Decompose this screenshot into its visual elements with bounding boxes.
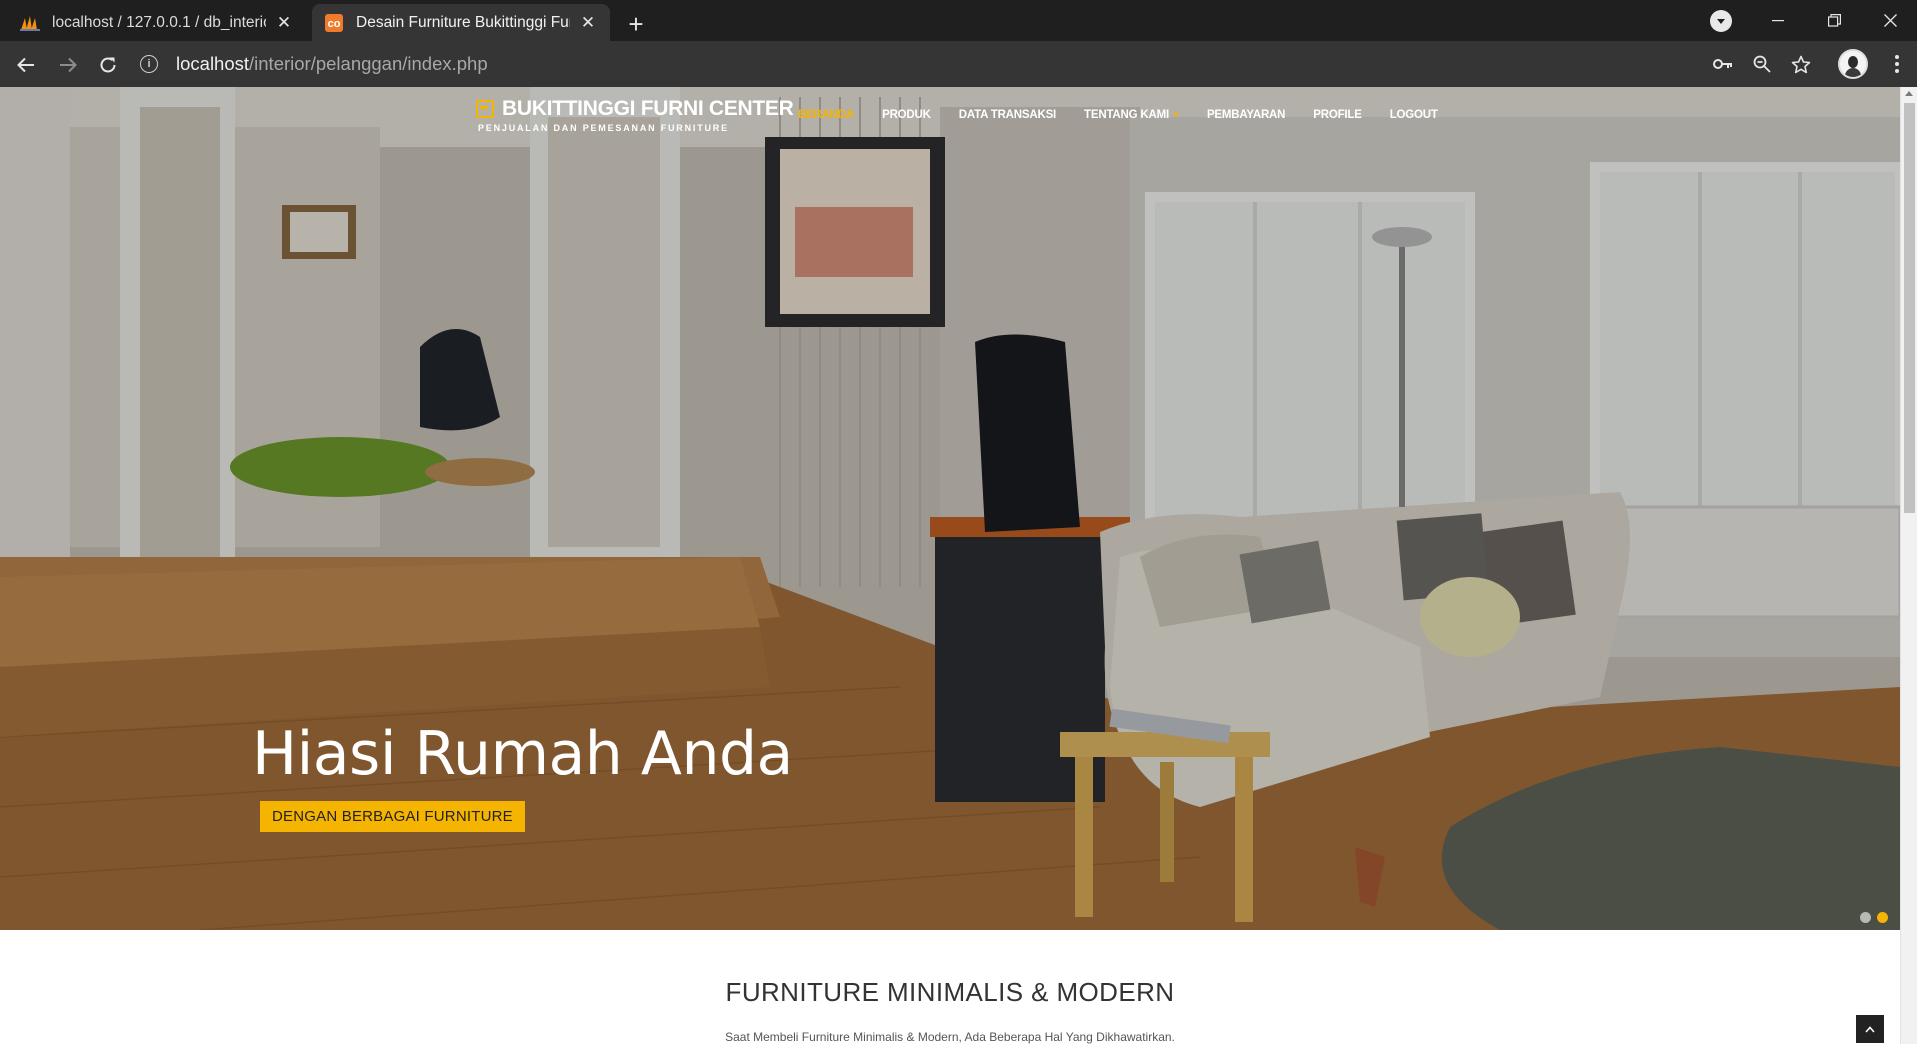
nav-profile[interactable]: PROFILE [1299,109,1375,121]
brand-name: BUKITTINGGI FURNI CENTER [502,97,794,120]
brand-tagline: PENJUALAN DAN PEMESANAN FURNITURE [478,123,729,133]
password-key-icon[interactable] [1710,51,1736,77]
site-favicon-icon: co [324,13,344,33]
hero-title: Hiasi Rumah Anda [252,719,793,789]
scroll-to-top-button[interactable] [1856,1015,1884,1043]
minimize-icon[interactable] [1750,0,1806,41]
tab-title: localhost / 127.0.0.1 / db_interior [52,13,266,31]
new-tab-button[interactable]: + [620,8,652,40]
dropdown-caret-icon [1172,112,1179,117]
tab-search-icon[interactable] [1710,10,1732,32]
browser-toolbar: i localhost/interior/pelanggan/index.php [0,41,1917,87]
profile-avatar[interactable] [1838,49,1868,79]
forward-icon[interactable] [52,49,84,81]
close-icon[interactable]: ✕ [578,13,598,33]
address-host: localhost [176,53,250,74]
bookmark-star-icon[interactable] [1788,51,1814,77]
browser-tab-bar: localhost / 127.0.0.1 / db_interior ✕ co… [0,0,1917,41]
nav-data-transaksi[interactable]: DATA TRANSAKSI [945,109,1070,121]
tab-title: Desain Furniture Bukittinggi Furni [356,13,570,31]
slider-dots [1860,912,1888,923]
phpmyadmin-icon [20,13,40,33]
scroll-up-arrow-icon[interactable] [1905,91,1913,96]
section-title: FURNITURE MINIMALIS & MODERN [725,977,1175,1007]
section-text: Saat Membeli Furniture Minimalis & Moder… [725,1030,1175,1044]
tab-phpmyadmin[interactable]: localhost / 127.0.0.1 / db_interior ✕ [8,4,306,41]
browser-menu-icon[interactable] [1884,51,1910,77]
nav-beranda[interactable]: BERANDA [784,109,868,121]
nav-logout[interactable]: LOGOUT [1376,109,1452,121]
reload-icon[interactable] [92,49,124,81]
window-close-icon[interactable] [1862,0,1917,41]
page-viewport: BUKITTINGGI FURNI CENTER PENJUALAN DAN P… [0,87,1917,1044]
brand-logo-icon [476,100,494,118]
address-path: /interior/pelanggan/index.php [249,53,488,74]
page-scrollbar[interactable] [1900,87,1917,1044]
scrollbar-thumb[interactable] [1904,103,1915,513]
main-navigation: BERANDA PRODUK DATA TRANSAKSI TENTANG KA… [784,109,1452,121]
restore-icon[interactable] [1806,0,1862,41]
slider-dot[interactable] [1860,912,1871,923]
zoom-icon[interactable] [1749,51,1775,77]
tab-desain-furniture[interactable]: co Desain Furniture Bukittinggi Furni ✕ [312,4,610,41]
site-info-icon[interactable]: i [140,55,158,73]
nav-tentang-kami-label: TENTANG KAMI [1084,109,1169,121]
nav-tentang-kami[interactable]: TENTANG KAMI [1070,109,1193,121]
back-icon[interactable] [10,49,42,81]
nav-pembayaran[interactable]: PEMBAYARAN [1193,109,1299,121]
chevron-up-icon [1865,1025,1875,1033]
slider-dot-active[interactable] [1877,912,1888,923]
address-bar[interactable]: i localhost/interior/pelanggan/index.php [140,46,1730,82]
close-icon[interactable]: ✕ [274,13,294,33]
site-brand[interactable]: BUKITTINGGI FURNI CENTER PENJUALAN DAN P… [476,97,794,133]
svg-text:co: co [328,18,341,30]
hero-slider: BUKITTINGGI FURNI CENTER PENJUALAN DAN P… [0,87,1900,930]
hero-badge: DENGAN BERBAGAI FURNITURE [260,801,525,832]
nav-produk[interactable]: PRODUK [868,109,945,121]
